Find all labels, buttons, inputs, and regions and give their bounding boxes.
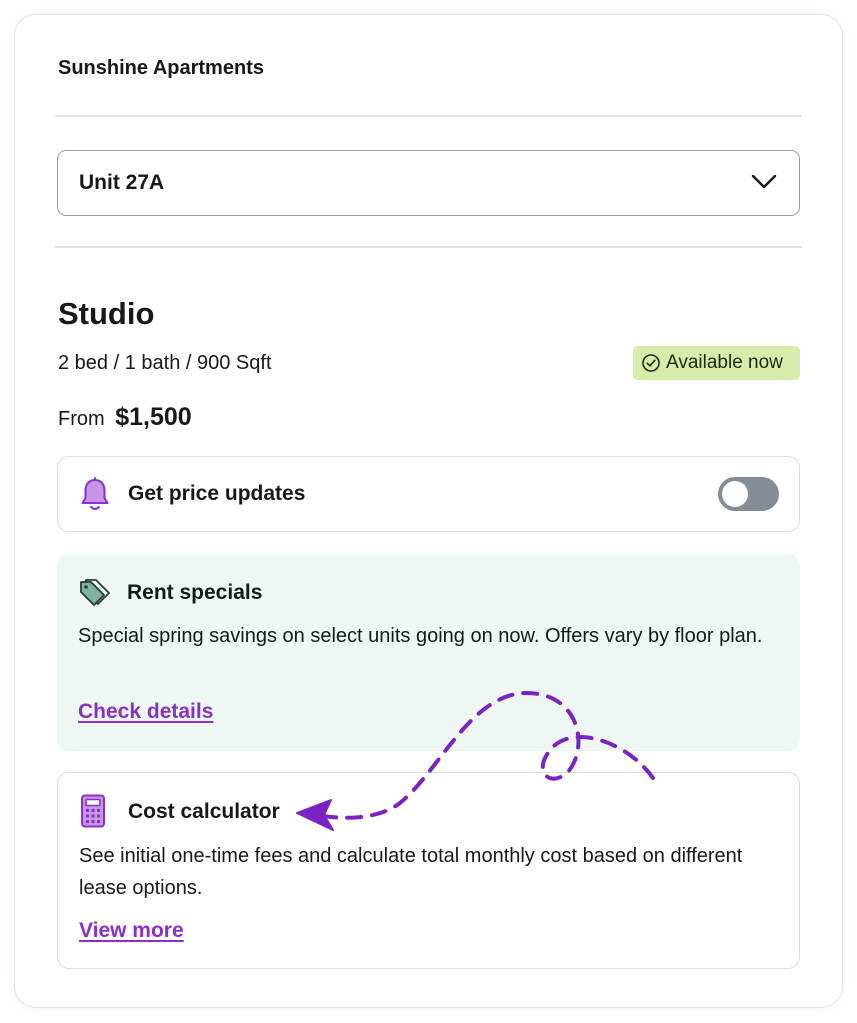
price-updates-toggle[interactable] — [718, 477, 779, 511]
unit-select-value: Unit 27A — [79, 171, 165, 194]
price-row: From $1,500 — [58, 403, 192, 432]
check-circle-icon — [642, 354, 660, 372]
availability-text: Available now — [666, 352, 783, 373]
bell-icon — [81, 477, 109, 510]
view-more-link[interactable]: View more — [79, 919, 184, 943]
chevron-down-icon — [751, 174, 777, 189]
divider — [55, 246, 802, 248]
price-value: $1,500 — [115, 403, 192, 431]
toggle-knob — [722, 481, 748, 507]
rent-specials-title: Rent specials — [127, 581, 263, 604]
divider — [55, 115, 802, 117]
cost-calculator-body: See initial one-time fees and calculate … — [79, 845, 743, 899]
check-details-link[interactable]: Check details — [78, 700, 213, 724]
price-updates-label: Get price updates — [128, 482, 306, 505]
unit-specs: 2 bed / 1 bath / 900 Sqft — [58, 352, 272, 374]
unit-title: Studio — [58, 296, 155, 331]
calculator-icon — [81, 794, 105, 828]
tag-icon — [80, 579, 110, 606]
price-updates-panel: Get price updates — [57, 456, 800, 532]
cost-calculator-title: Cost calculator — [128, 800, 280, 823]
property-name: Sunshine Apartments — [58, 57, 264, 79]
cost-calculator-panel: Cost calculator See initial one-time fee… — [57, 772, 800, 969]
unit-select-dropdown[interactable]: Unit 27A — [57, 150, 800, 216]
rent-specials-panel: Rent specials Special spring savings on … — [57, 554, 800, 751]
availability-badge: Available now — [633, 346, 800, 380]
price-prefix: From — [58, 408, 105, 430]
rent-specials-body: Special spring savings on select units g… — [78, 625, 763, 647]
